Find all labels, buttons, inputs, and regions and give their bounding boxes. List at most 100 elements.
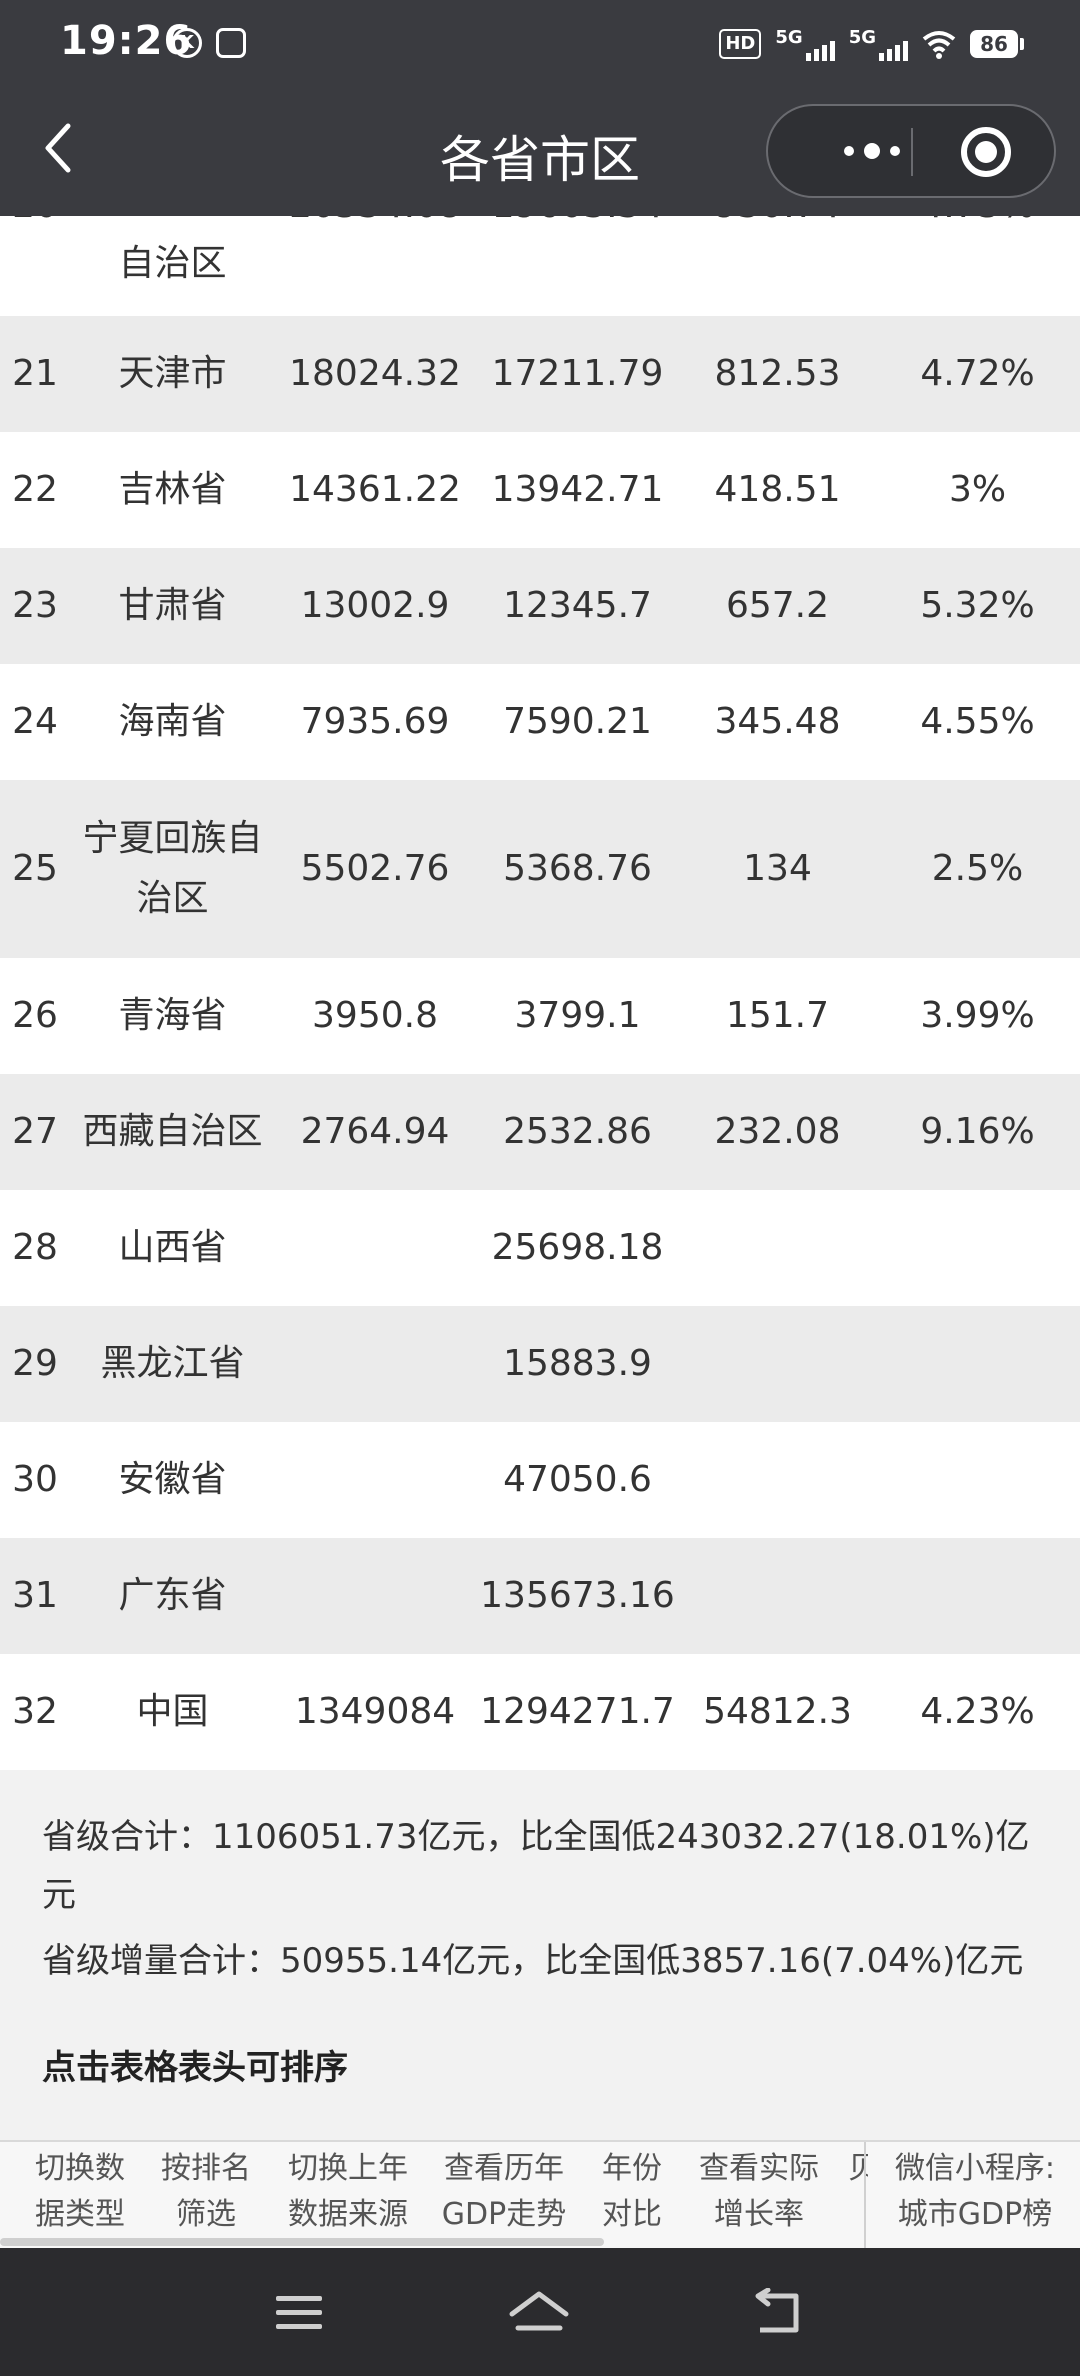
table-row: 22 吉林省 14361.22 13942.71 418.51 3% — [0, 432, 1080, 548]
value-cell: 151.7 — [725, 995, 830, 1036]
value-cell: 13942.71 — [491, 469, 664, 510]
value-cell: 2.5% — [931, 848, 1024, 889]
value-cell: 4.23% — [920, 1691, 1035, 1732]
table-row-partial: 20 自治区 20534.08 19603.34 930.74 4.75% — [0, 216, 1080, 316]
value-cell: 345.48 — [714, 701, 841, 742]
name-cell: 中国 — [136, 1691, 209, 1732]
rank-cell: 27 — [12, 1111, 58, 1152]
rank-cell: 22 — [12, 469, 58, 510]
value-cell: 135673.16 — [480, 1575, 675, 1616]
switch-data-type-button[interactable]: 切换数 据类型 — [30, 2146, 130, 2238]
value-cell: 19603.34 — [475, 216, 680, 236]
value-cell: 18024.32 — [289, 353, 461, 394]
status-bar: 19:26 K HD 5G 5G 86 — [0, 0, 1080, 84]
gdp-trend-button[interactable]: 查看历年 GDP走势 — [436, 2146, 572, 2238]
table-row: 25 宁夏回族自治区 5502.76 5368.76 134 2.5% — [0, 780, 1080, 958]
name-cell: 山西省 — [118, 1227, 227, 1268]
horizontal-scrollbar[interactable] — [0, 2238, 604, 2246]
value-cell: 47050.6 — [503, 1459, 652, 1500]
tool-label: 查看实际 — [699, 2151, 819, 2186]
filter-by-rank-button[interactable]: 按排名 筛选 — [156, 2146, 256, 2238]
table-row: 28 山西省 25698.18 — [0, 1190, 1080, 1306]
year-compare-button[interactable]: 年份 对比 — [594, 2146, 670, 2238]
name-cell: 黑龙江省 — [100, 1343, 245, 1384]
more-dots-icon[interactable] — [812, 106, 932, 196]
value-cell: 7935.69 — [300, 701, 450, 742]
rank-cell: 30 — [12, 1459, 58, 1500]
rank-cell: 32 — [12, 1691, 58, 1732]
value-cell: 7590.21 — [503, 701, 652, 742]
name-cell: 甘肃省 — [118, 585, 227, 626]
table-row: 24 海南省 7935.69 7590.21 345.48 4.55% — [0, 664, 1080, 780]
value-cell: 20534.08 — [275, 216, 475, 236]
table-row: 21 天津市 18024.32 17211.79 812.53 4.72% — [0, 316, 1080, 432]
value-cell: 2532.86 — [503, 1111, 652, 1152]
value-cell: 12345.7 — [503, 585, 652, 626]
tool-label: 增长率 — [714, 2197, 804, 2232]
real-growth-button[interactable]: 查看实际 增长率 — [694, 2146, 824, 2238]
name-cell: 西藏自治区 — [82, 1111, 263, 1152]
value-cell: 4.55% — [920, 701, 1035, 742]
tool-label: 按排名 — [161, 2151, 251, 2186]
nav-bar: 各省市区 — [0, 100, 1080, 216]
rank-cell: 26 — [12, 995, 58, 1036]
tool-label: 查看历年 — [444, 2151, 564, 2186]
value-cell: 25698.18 — [491, 1227, 664, 1268]
name-cell: 海南省 — [118, 701, 227, 742]
tool-label: 微信小程序: — [894, 2151, 1056, 2186]
menu-icon[interactable] — [276, 2296, 322, 2330]
rank-cell: 31 — [12, 1575, 58, 1616]
tool-label: 筛选 — [176, 2197, 236, 2232]
wifi-icon — [922, 31, 956, 59]
back-icon[interactable] — [752, 2288, 806, 2338]
tool-label: 对比 — [602, 2197, 662, 2232]
table-row: 23 甘肃省 13002.9 12345.7 657.2 5.32% — [0, 548, 1080, 664]
rank-cell: 23 — [12, 585, 58, 626]
gdp-table: 21 天津市 18024.32 17211.79 812.53 4.72% 22 吉林省 143… — [0, 316, 1080, 1770]
net-label: 5G — [848, 27, 876, 48]
table-row: 27 西藏自治区 2764.94 2532.86 232.08 9.16% — [0, 1074, 1080, 1190]
value-cell: 17211.79 — [491, 353, 664, 394]
status-right: HD 5G 5G 86 — [719, 24, 1024, 64]
value-cell: 4.75% — [875, 216, 1080, 236]
battery-icon: 86 — [970, 30, 1024, 58]
tool-label: 据类型 — [35, 2197, 125, 2232]
table-row: 30 安徽省 47050.6 — [0, 1422, 1080, 1538]
value-cell: 9.16% — [920, 1111, 1035, 1152]
value-cell: 3799.1 — [514, 995, 641, 1036]
mini-program-link[interactable]: 微信小程序: 城市GDP榜 — [880, 2146, 1070, 2238]
tool-divider — [864, 2142, 866, 2250]
value-cell: 14361.22 — [289, 469, 461, 510]
table-row: 32 中国 1349084 1294271.7 54812.3 4.23% — [0, 1654, 1080, 1770]
tool-label: GDP走势 — [441, 2197, 567, 2232]
value-cell: 54812.3 — [703, 1691, 852, 1732]
tool-label: 年份 — [602, 2151, 662, 2186]
system-nav-bar — [0, 2248, 1080, 2376]
value-cell: 3.99% — [920, 995, 1035, 1036]
signal-5g-icon: 5G — [775, 27, 835, 61]
summary-line-total: 省级合计：1106051.73亿元，比全国低243032.27(18.01%)亿… — [42, 1817, 1030, 1915]
value-cell: 13002.9 — [300, 585, 450, 626]
rank-cell: 20 — [0, 216, 70, 236]
value-cell: 2764.94 — [300, 1111, 450, 1152]
name-cell: 吉林省 — [118, 469, 227, 510]
rank-cell: 21 — [12, 353, 58, 394]
tool-strip: 切换数 据类型 按排名 筛选 切换上年 数据来源 查看历年 GDP走势 年份 对… — [0, 2140, 1080, 2250]
name-cell: 宁夏回族自治区 — [82, 818, 263, 919]
value-cell: 657.2 — [725, 585, 830, 626]
top-bar: 19:26 K HD 5G 5G 86 各省市区 — [0, 0, 1080, 216]
name-cell: 天津市 — [118, 353, 227, 394]
switch-source-button[interactable]: 切换上年 数据来源 — [282, 2146, 414, 2238]
value-cell: 812.53 — [714, 353, 841, 394]
name-cell: 青海省 — [118, 995, 227, 1036]
rank-cell: 24 — [12, 701, 58, 742]
rank-cell: 29 — [12, 1343, 58, 1384]
value-cell: 930.74 — [680, 216, 875, 236]
home-icon[interactable] — [508, 2288, 570, 2338]
value-cell: 232.08 — [714, 1111, 841, 1152]
record-target-icon[interactable] — [961, 127, 1011, 177]
value-cell: 3950.8 — [312, 995, 438, 1036]
value-cell: 3% — [948, 469, 1007, 510]
mini-program-capsule — [766, 104, 1056, 198]
hd-icon: HD — [719, 29, 762, 59]
